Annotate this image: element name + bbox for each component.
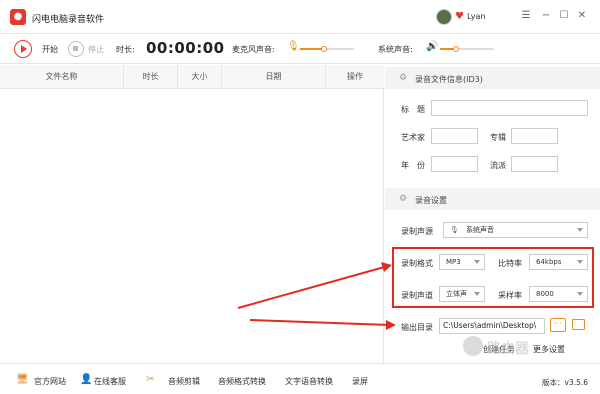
format-convert-link[interactable]: 音频格式转换 <box>218 376 266 387</box>
arrow-head-output <box>386 320 396 330</box>
watermark-text: 路由器 <box>487 341 529 357</box>
bottom-bar: 🖥 官方网站 👤 在线客服 ✂ 音频剪辑 音频格式转换 文字语音转换 录屏 版本… <box>0 363 600 394</box>
watermark-logo <box>463 336 483 356</box>
tts-link[interactable]: 文字语音转换 <box>285 376 333 387</box>
watermark: 路由器 <box>463 330 593 366</box>
scissors-icon: ✂ <box>146 374 155 385</box>
arrow-line-output <box>249 319 391 326</box>
support-link[interactable]: 在线客服 <box>94 376 126 387</box>
support-icon: 👤 <box>80 374 93 385</box>
audio-cut-link[interactable]: 音频剪辑 <box>168 376 200 387</box>
version-label: 版本：v3.5.6 <box>541 378 588 387</box>
arrow-head-format <box>381 262 392 272</box>
monitor-icon: 🖥 <box>16 374 29 385</box>
arrow-line-format <box>237 265 389 309</box>
website-link[interactable]: 官方网站 <box>34 376 66 387</box>
record-screen-link[interactable]: 录屏 <box>352 376 368 387</box>
